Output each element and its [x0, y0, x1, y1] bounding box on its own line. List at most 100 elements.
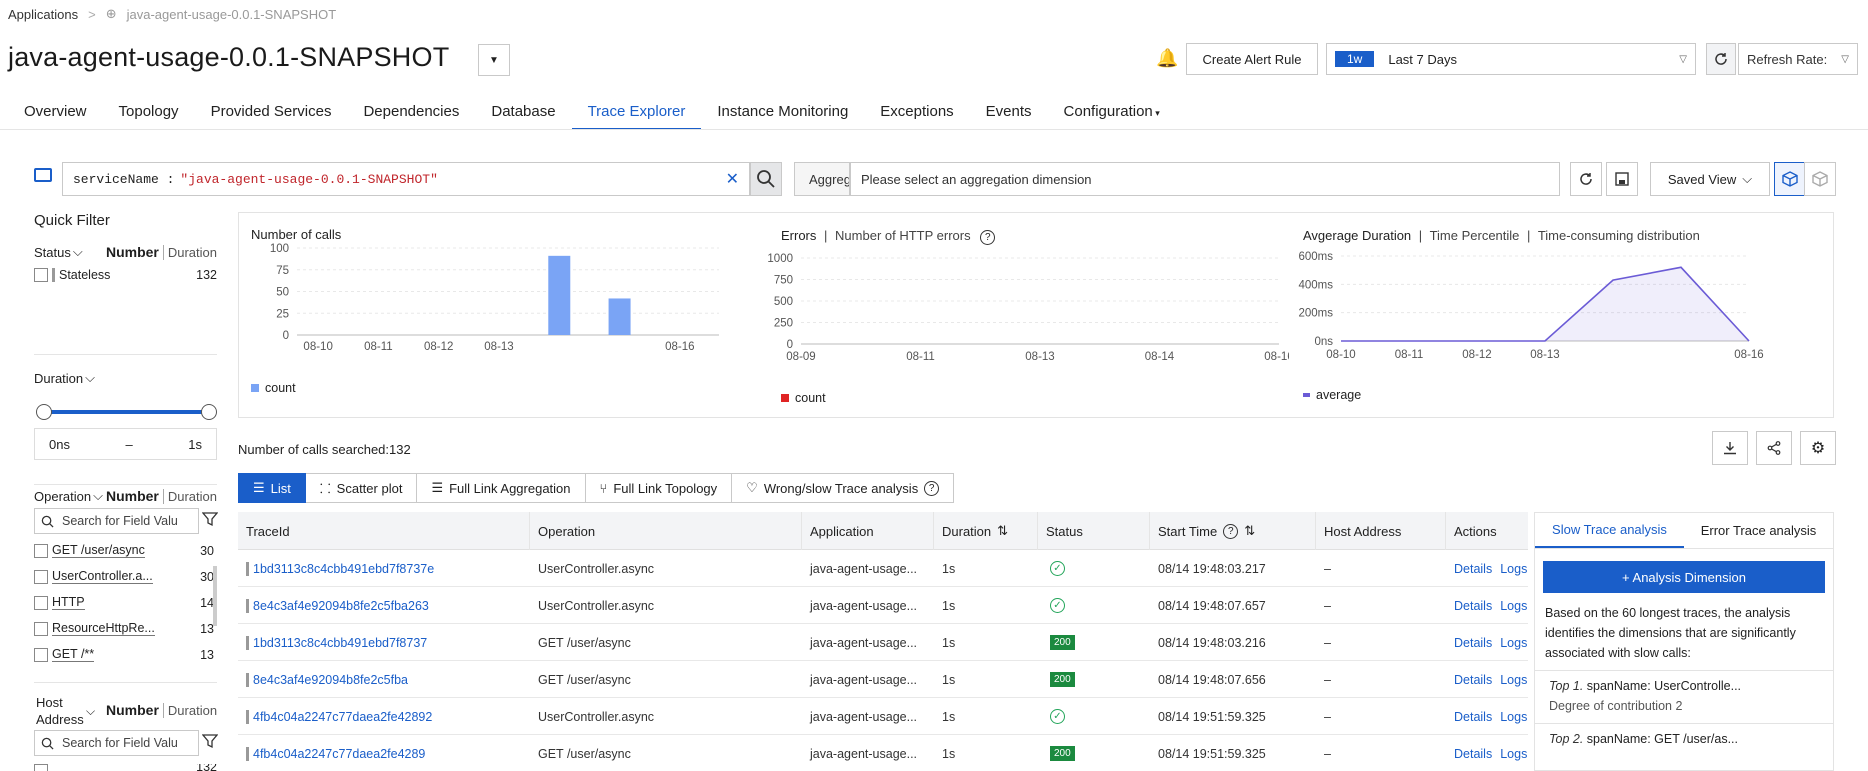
create-alert-rule-button[interactable]: Create Alert Rule [1186, 43, 1318, 75]
sort-by-number[interactable]: Number [106, 702, 159, 718]
top-result[interactable]: Top 2. spanName: GET /user/as... [1535, 723, 1833, 754]
tab-list[interactable]: ☰ List [238, 473, 306, 503]
details-link[interactable]: Details [1454, 710, 1492, 724]
checkbox[interactable] [34, 268, 48, 282]
checkbox[interactable] [34, 764, 48, 771]
help-icon[interactable]: ? [1223, 523, 1239, 539]
trace-id-link[interactable]: 4fb4c04a2247c77daea2fe42892 [253, 710, 432, 724]
cube-view-button[interactable] [1774, 162, 1806, 196]
logs-link[interactable]: Logs [1500, 710, 1527, 724]
tab-full-link-topology[interactable]: ⑂ Full Link Topology [585, 473, 733, 503]
saved-view-select[interactable]: Saved View ⌵ [1650, 162, 1770, 196]
tab-trace-explorer[interactable]: Trace Explorer [571, 98, 702, 130]
checkbox[interactable] [34, 595, 48, 610]
tab-topology[interactable]: Topology [103, 98, 195, 130]
checkbox[interactable] [34, 647, 48, 662]
scrollbar[interactable] [213, 566, 217, 626]
table-row[interactable]: 1bd3113c8c4cbb491ebd7f8737e UserControlle… [238, 550, 1528, 587]
share-button[interactable] [1756, 431, 1792, 465]
details-link[interactable]: Details [1454, 599, 1492, 613]
tab-events[interactable]: Events [970, 98, 1048, 130]
list-item[interactable]: ResourceHttpRe... 13 [34, 621, 214, 636]
service-icon[interactable] [34, 168, 52, 182]
host-search-input[interactable]: Search for Field Valu [34, 730, 199, 756]
tab-database[interactable]: Database [475, 98, 571, 130]
tab-overview[interactable]: Overview [0, 98, 103, 130]
tab-instance-monitoring[interactable]: Instance Monitoring [701, 98, 864, 130]
time-range-select[interactable]: 1w Last 7 Days ▽ [1326, 43, 1696, 75]
list-item[interactable]: 132 [34, 764, 217, 771]
operation-search-input[interactable]: Search for Field Valu [34, 508, 199, 534]
slider-min-handle[interactable] [36, 404, 52, 420]
list-item[interactable]: GET /** 13 [34, 647, 214, 662]
details-link[interactable]: Details [1454, 673, 1492, 687]
reload-button[interactable] [1570, 162, 1602, 196]
duration-slider-track[interactable] [44, 410, 209, 414]
logs-link[interactable]: Logs [1500, 673, 1527, 687]
search-button[interactable] [750, 162, 782, 196]
refresh-rate-select[interactable]: Refresh Rate: ▽ [1738, 43, 1858, 75]
tab-dependencies[interactable]: Dependencies [347, 98, 475, 130]
sort-by-duration[interactable]: Duration [162, 244, 217, 260]
app-switch-dropdown[interactable]: ▼ [478, 44, 510, 76]
settings-button[interactable]: ⚙ [1800, 431, 1836, 465]
help-icon[interactable]: ? [924, 480, 940, 496]
tab-configuration[interactable]: Configuration ▾ [1048, 98, 1176, 130]
logs-link[interactable]: Logs [1500, 636, 1527, 650]
cube-alt-button[interactable] [1804, 162, 1836, 196]
list-item[interactable]: HTTP 14 [34, 595, 214, 610]
chevron-down-icon[interactable]: ⌵ [93, 488, 103, 504]
logs-link[interactable]: Logs [1500, 599, 1527, 613]
chevron-down-icon[interactable]: ⌵ [73, 244, 83, 260]
list-item[interactable]: GET /user/async 30 [34, 543, 214, 558]
sort-by-number[interactable]: Number [106, 488, 159, 504]
add-analysis-dimension-button[interactable]: + Analysis Dimension [1543, 561, 1825, 593]
refresh-button[interactable] [1706, 43, 1736, 75]
tab-scatter-plot[interactable]: ⸬ Scatter plot [305, 473, 418, 503]
errors-legend[interactable]: count [781, 391, 826, 405]
breadcrumb-root[interactable]: Applications [8, 7, 78, 22]
trace-id-link[interactable]: 8e4c3af4e92094b8fe2c5fba263 [253, 599, 429, 613]
details-link[interactable]: Details [1454, 636, 1492, 650]
tab-wrong-slow-trace-analysis[interactable]: ♡ Wrong/slow Trace analysis ? [732, 473, 955, 503]
details-link[interactable]: Details [1454, 562, 1492, 576]
download-button[interactable] [1712, 431, 1748, 465]
trace-id-link[interactable]: 1bd3113c8c4cbb491ebd7f8737 [253, 636, 427, 650]
table-row[interactable]: 8e4c3af4e92094b8fe2c5fba GET /user/async j… [238, 661, 1528, 698]
details-link[interactable]: Details [1454, 747, 1492, 761]
checkbox[interactable] [34, 569, 48, 584]
tab-slow-trace-analysis[interactable]: Slow Trace analysis [1535, 513, 1684, 548]
table-row[interactable]: 4fb4c04a2247c77daea2fe4289 GET /user/asyn… [238, 735, 1528, 771]
sort-icon[interactable]: ⇅ [1244, 523, 1255, 539]
tab-error-trace-analysis[interactable]: Error Trace analysis [1684, 513, 1833, 548]
duration-legend[interactable]: average [1303, 388, 1361, 402]
tab-exceptions[interactable]: Exceptions [864, 98, 969, 130]
logs-link[interactable]: Logs [1500, 747, 1527, 761]
chevron-down-icon[interactable]: ⌵ [86, 704, 95, 719]
tab-provided-services[interactable]: Provided Services [195, 98, 348, 130]
trace-id-link[interactable]: 1bd3113c8c4cbb491ebd7f8737e [253, 562, 434, 576]
list-item[interactable]: Stateless 132 [34, 268, 217, 282]
trace-id-link[interactable]: 4fb4c04a2247c77daea2fe4289 [253, 747, 425, 761]
calls-legend[interactable]: count [251, 381, 296, 395]
table-row[interactable]: 8e4c3af4e92094b8fe2c5fba263 UserControlle… [238, 587, 1528, 624]
col-duration[interactable]: Duration ⇅ [934, 512, 1038, 550]
tab-full-link-aggregation[interactable]: ☰ Full Link Aggregation [417, 473, 586, 503]
checkbox[interactable] [34, 543, 48, 558]
filter-icon[interactable] [202, 733, 218, 749]
sort-by-number[interactable]: Number [106, 244, 159, 260]
table-row[interactable]: 1bd3113c8c4cbb491ebd7f8737 GET /user/asyn… [238, 624, 1528, 661]
sort-icon[interactable]: ⇅ [997, 523, 1008, 539]
query-input[interactable]: serviceName : "java-agent-usage-0.0.1-SN… [62, 162, 750, 196]
trace-id-link[interactable]: 8e4c3af4e92094b8fe2c5fba [253, 673, 408, 687]
sort-by-duration[interactable]: Duration [162, 702, 217, 718]
checkbox[interactable] [34, 621, 48, 636]
list-item[interactable]: UserController.a... 30 [34, 569, 214, 584]
slider-max-handle[interactable] [201, 404, 217, 420]
sort-by-duration[interactable]: Duration [162, 488, 217, 504]
filter-icon[interactable] [202, 511, 218, 527]
save-query-button[interactable] [1606, 162, 1638, 196]
bell-icon[interactable]: 🔔 [1156, 48, 1178, 69]
top-result[interactable]: Top 1. spanName: UserControlle... Degree… [1535, 670, 1833, 721]
clear-icon[interactable]: ✕ [726, 169, 739, 189]
